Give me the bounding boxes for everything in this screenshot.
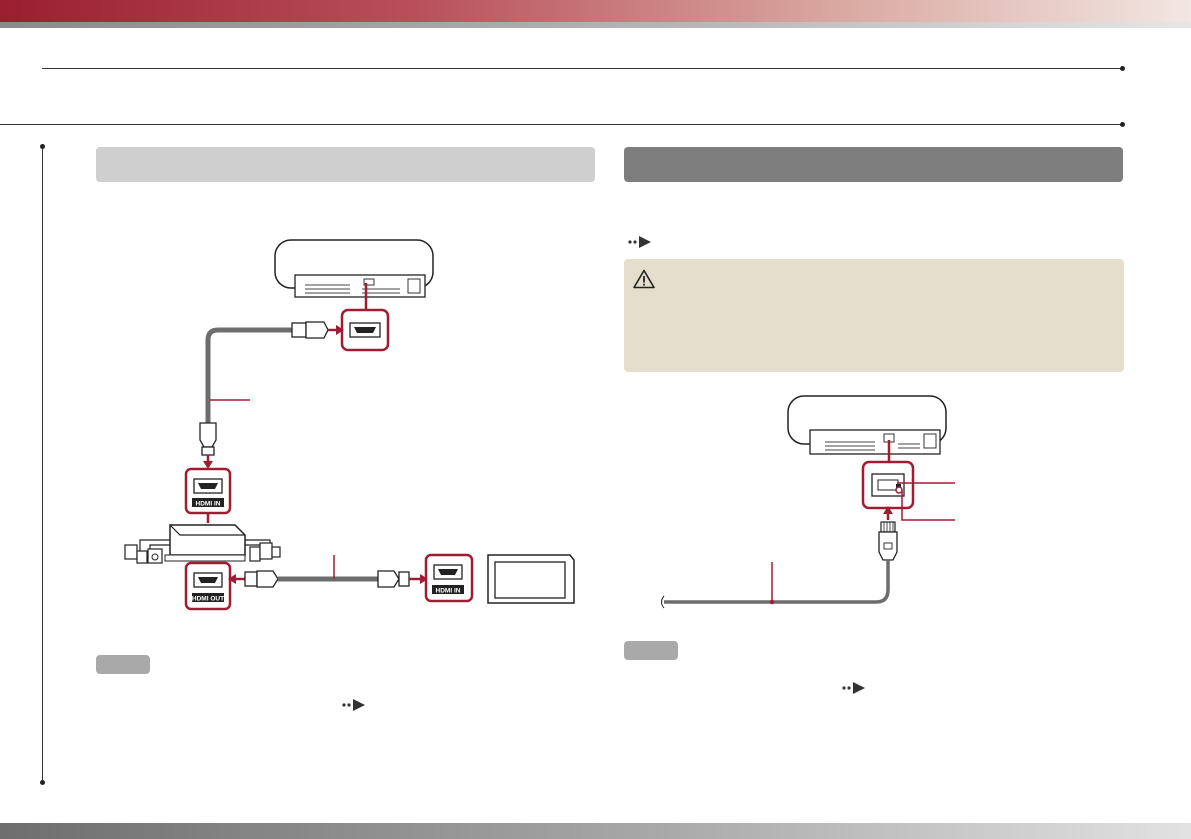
tv-hdmi-in-label: HDMI IN <box>436 588 461 595</box>
margin-rule <box>42 146 43 782</box>
top-color-band <box>0 0 1191 22</box>
lan-connection-diagram <box>661 395 955 609</box>
lan-plug <box>878 521 898 561</box>
hdmi-out-label: HDMI OUT <box>192 596 224 603</box>
hdmi-in-label: HDMI IN <box>196 501 221 508</box>
console-hdmi-port <box>340 308 390 352</box>
lan-port <box>861 460 915 510</box>
reference-arrow-icon <box>628 236 651 248</box>
bottom-gray-band <box>0 823 1191 839</box>
tv <box>487 554 575 604</box>
reference-arrow-icon <box>342 699 365 711</box>
receiver-hdmi-out-port: HDMI OUT <box>184 561 232 611</box>
caution-box <box>624 259 1124 372</box>
hdmi-cable-bottom <box>244 570 410 588</box>
av-receiver <box>124 524 281 564</box>
header-rule-bottom <box>0 124 1122 125</box>
hdmi-plug <box>291 321 329 339</box>
tv-hdmi-in-port: HDMI IN <box>424 553 474 603</box>
right-notes-tag <box>624 641 678 660</box>
hdmi-connection-diagram: HDMI IN HDMI OUT HDMI IN <box>124 239 575 611</box>
hdmi-plug-vertical <box>199 422 217 456</box>
caution-triangle-icon <box>633 269 655 289</box>
header-rule-top <box>42 68 1122 69</box>
margin-rule-dot-bottom <box>40 780 45 785</box>
margin-rule-dot-top <box>40 144 45 149</box>
left-notes-tag <box>96 655 150 674</box>
left-section-header <box>96 147 595 182</box>
right-section-header <box>624 147 1123 182</box>
rule-end-dot <box>1120 66 1125 71</box>
ps3-console <box>787 395 947 455</box>
top-gray-band <box>0 22 1191 28</box>
reference-arrow-icon <box>842 682 865 694</box>
ps3-console <box>274 239 434 298</box>
rule-end-dot <box>1120 122 1125 127</box>
receiver-hdmi-in-port: HDMI IN <box>184 467 232 515</box>
